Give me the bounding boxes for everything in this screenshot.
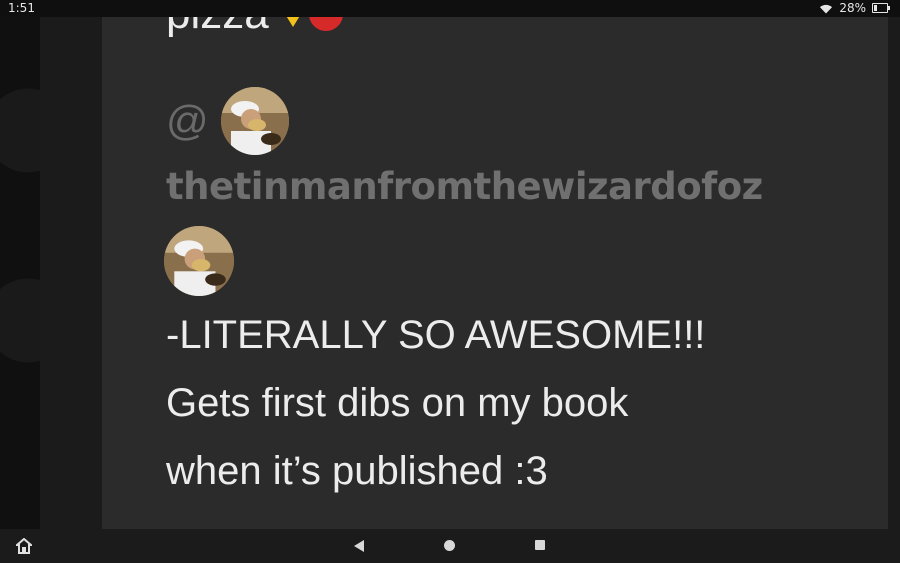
recents-icon[interactable] <box>535 540 545 550</box>
heart-icon <box>308 17 343 31</box>
mention-row[interactable]: @ <box>166 87 289 155</box>
battery-icon <box>872 3 890 13</box>
message-line: -LITERALLY SO AWESOME!!! <box>166 313 706 357</box>
message-line: Gets first dibs on my book <box>166 381 629 425</box>
status-right: 28% <box>819 1 890 15</box>
username-link[interactable]: thetinmanfromthewizardofoz <box>166 165 763 208</box>
home-icon[interactable] <box>16 538 32 554</box>
avatar-photo-icon <box>164 226 234 296</box>
post-top-line: pizza <box>166 17 343 39</box>
battery-fill <box>874 5 877 11</box>
user-avatar[interactable] <box>220 87 289 155</box>
status-time: 1:51 <box>8 1 35 15</box>
mention-symbol: @ <box>166 97 209 144</box>
left-side-panel: ● ● <box>0 17 40 529</box>
navigation-bar <box>0 529 900 563</box>
post-card[interactable]: pizza @ thetinmanfromthewizardofoz <box>102 17 888 529</box>
post-message: -LITERALLY SO AWESOME!!! Gets first dibs… <box>166 301 866 505</box>
user-avatar-inline[interactable] <box>164 226 234 296</box>
background-glyph-icon: ● <box>0 247 40 375</box>
status-bar: 1:51 28% <box>0 0 900 17</box>
back-icon[interactable] <box>354 540 364 552</box>
wifi-icon <box>820 4 833 13</box>
message-line: when it’s published :3 <box>166 449 548 493</box>
post-top-text: pizza <box>166 17 269 39</box>
avatar-photo-icon <box>220 87 289 155</box>
battery-percent: 28% <box>839 1 866 15</box>
screen: 1:51 28% ● ● pizza @ <box>0 0 900 563</box>
home-circle-icon[interactable] <box>444 540 455 551</box>
background-glyph-icon: ● <box>0 57 40 185</box>
pizza-icon <box>276 17 309 27</box>
